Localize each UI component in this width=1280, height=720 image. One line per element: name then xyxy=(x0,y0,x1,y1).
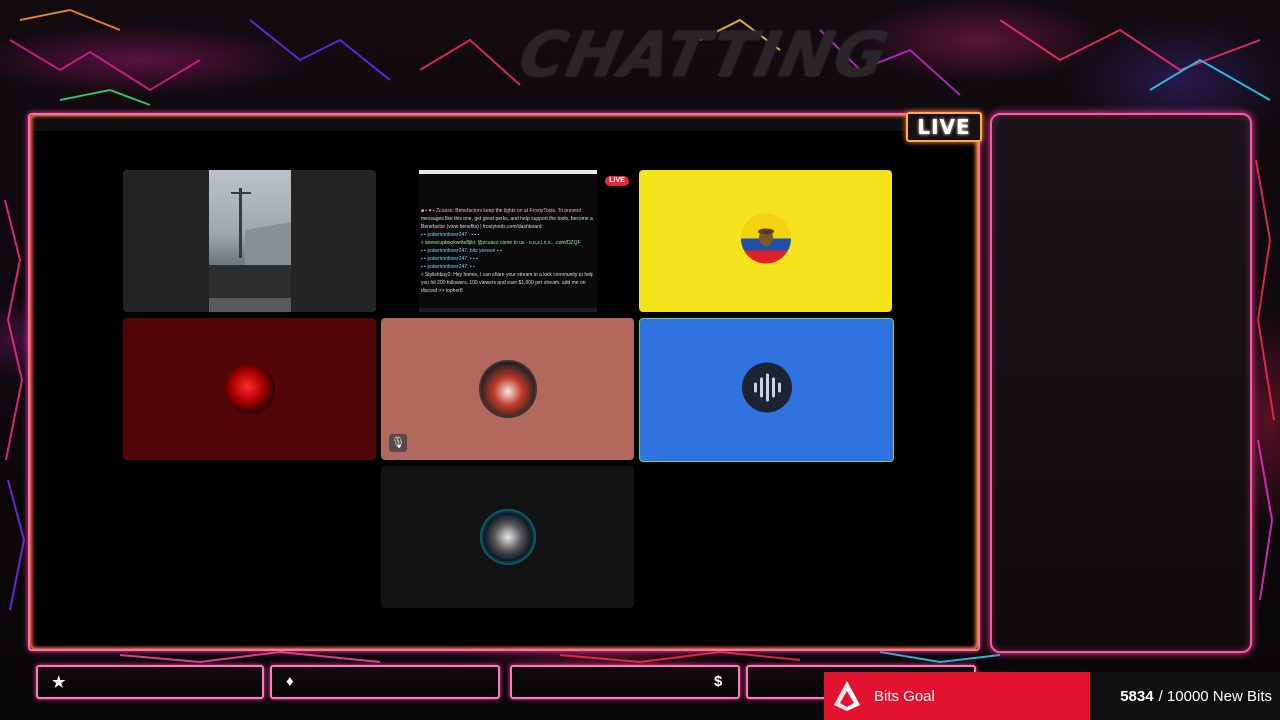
participant-tile-avatar-salmon[interactable]: 🎙 xyxy=(381,318,634,460)
main-video-frame: ■ ▪ ♥ ▪ Zcuaso: Benefactors keep the lig… xyxy=(28,113,980,651)
shared-chat-window: ■ ▪ ♥ ▪ Zcuaso: Benefactors keep the lig… xyxy=(419,170,597,312)
bits-goal-widget: Bits Goal 5834 / 10000 New Bits xyxy=(824,672,1280,720)
participant-tile-screen-share[interactable]: ■ ▪ ♥ ▪ Zcuaso: Benefactors keep the lig… xyxy=(381,170,634,312)
participant-tile-audio[interactable] xyxy=(639,318,894,462)
mic-muted-icon: 🎙 xyxy=(389,434,407,452)
shared-chat-line: you hit 200 followers, 100 viewers and e… xyxy=(421,280,586,286)
shared-chat-line: ▪ ▪ pokemonlover247 : ▪ ▪ ▪ xyxy=(421,232,480,238)
video-top-bar xyxy=(32,117,906,131)
bits-target: / 10000 New Bits xyxy=(1158,687,1272,705)
live-badge-text: LIVE xyxy=(917,115,971,139)
live-badge: LIVE xyxy=(906,112,982,142)
shared-chat-line: ◊ anewcupbookwrite8jiki: @zcuaso come to… xyxy=(421,240,581,246)
bits-goal-count: 5834 / 10000 New Bits xyxy=(1090,672,1280,720)
bottom-bar-2: ♦ xyxy=(270,665,500,699)
avatar xyxy=(224,364,275,414)
star-icon: ★ xyxy=(52,674,66,691)
participant-tile-flag[interactable] xyxy=(639,170,892,312)
shared-chat-line: ▪ ▪ pokemonlover247: ▪ ▪ xyxy=(421,264,475,270)
diamond-icon: ♦ xyxy=(286,673,294,690)
shared-taskbar xyxy=(419,308,597,312)
dollar-icon: $ xyxy=(714,673,723,690)
bits-current: 5834 xyxy=(1120,687,1154,705)
bits-gem-icon xyxy=(834,681,860,711)
scene-title: CHATTING xyxy=(512,18,896,91)
shared-chat-line: ▪ ▪ pokemonlover247: bits yeeeee ▪ ▪ xyxy=(421,248,502,254)
camera-video xyxy=(209,170,291,312)
ecuador-flag-avatar xyxy=(740,213,791,269)
avatar xyxy=(478,360,537,418)
participant-tile-avatar-dark[interactable] xyxy=(381,466,634,608)
avatar xyxy=(479,509,536,565)
shared-chat-line: ■ ▪ ♥ ▪ Zcuaso: Benefactors keep the lig… xyxy=(421,208,582,214)
shared-chat-line: discord >> topher8 xyxy=(421,288,463,294)
bits-goal-label: Bits Goal xyxy=(874,687,935,705)
participant-tile-avatar-red[interactable] xyxy=(123,318,376,460)
participant-tile-camera[interactable] xyxy=(123,170,376,312)
shared-chat-line: Benefactor (view benefits) | frostytools… xyxy=(421,224,542,230)
shared-chat-line: ▪ ▪ pokemonlover247: ▪ ▪ ▪ xyxy=(421,256,478,262)
side-panel-frame xyxy=(990,113,1252,653)
bits-goal-progress: Bits Goal xyxy=(824,672,1090,720)
bottom-bar-1: ★ xyxy=(36,665,264,699)
bottom-bar-3: $ xyxy=(510,665,740,699)
shared-chat-line: ◊ Stylishbuy2: Hey homie, I can share yo… xyxy=(421,272,593,278)
screen-share-live-badge: LIVE xyxy=(605,176,629,186)
shared-chat-line: messages like this one, get great perks,… xyxy=(421,216,593,222)
audio-wave-avatar xyxy=(741,362,793,419)
